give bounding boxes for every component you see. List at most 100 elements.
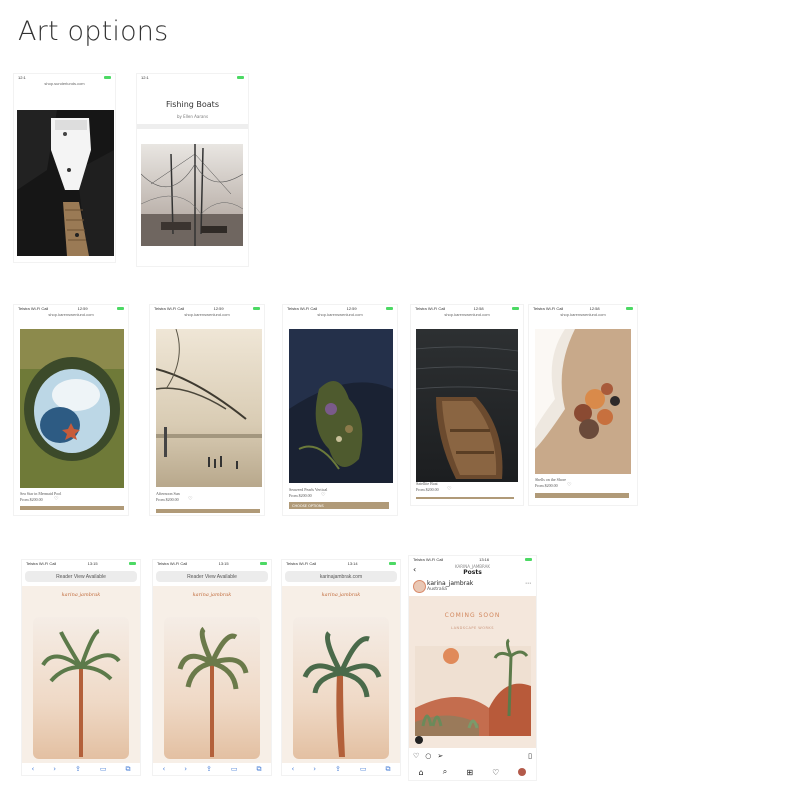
choose-options-button[interactable] [20,506,124,510]
carrier: Telstra Wi-Fi Call [26,561,57,566]
art-option-shells-on-shore[interactable]: Telstra Wi-Fi Call 12:58 shop.karenswenl… [529,305,637,505]
carrier: Telstra Wi-Fi Call [18,306,49,311]
more-icon[interactable]: ⋯ [525,580,531,587]
search-icon[interactable]: ⌕ [443,767,447,777]
time: 12:59 [346,306,357,311]
share-icon[interactable]: ⇪ [335,765,341,773]
status-bar: Telstra Wi-Fi Call 13:16 [409,556,536,563]
tabs-icon[interactable]: ⧉ [385,765,390,774]
forward-icon[interactable]: › [313,765,316,773]
post-username[interactable]: karina_jambrak [427,580,473,587]
post-location: Australia [427,587,447,592]
save-icon[interactable]: ▯ [528,752,532,760]
post-image: COMING SOON LANDSCAPE WORKS [409,596,536,748]
time: 12:58 [473,306,484,311]
artwork-image [416,329,518,482]
choose-options-button[interactable] [416,497,514,499]
send-icon[interactable]: ➢ [437,752,443,760]
product-price: From $200.00 [156,497,179,502]
address-bar[interactable]: karinajambrak.com [285,571,397,582]
artwork-image [141,144,243,246]
artwork-image [156,329,262,487]
reader-view-bar[interactable]: Reader View Available [25,571,137,582]
choose-options-button[interactable] [535,493,629,498]
forward-icon[interactable]: › [184,765,187,773]
status-bar: Telstra Wi-Fi Call 12:58 [529,305,637,312]
avatar[interactable] [413,580,426,593]
heart-icon[interactable]: ♡ [321,492,325,498]
status-bar: Telstra Wi-Fi Call 13:15 [153,560,271,567]
page-title: Art options [18,16,169,47]
carrier: Telstra Wi-Fi Call [533,306,564,311]
battery-icon [253,307,260,310]
art-option-palm-3[interactable]: Telstra Wi-Fi Call 13:14 karinajambrak.c… [282,560,400,775]
art-option-seaweed-pearls[interactable]: Telstra Wi-Fi Call 12:59 shop.karenswenl… [283,305,397,515]
heart-icon[interactable]: ♡ [447,486,451,492]
art-option-sea-star[interactable]: Telstra Wi-Fi Call 12:59 shop.karenswenl… [14,305,128,515]
art-option-palm-1[interactable]: Telstra Wi-Fi Call 13:15 Reader View Ava… [22,560,140,775]
time: 13:15 [218,561,229,566]
brand-logo: karina jambrak [192,592,232,598]
address-text: karinajambrak.com [319,573,363,580]
art-option-satellite-boat[interactable]: Telstra Wi-Fi Call 12:58 shop.karenswenl… [411,305,523,505]
artwork-image [17,110,114,256]
activity-icon[interactable]: ♡ [492,768,499,777]
battery-icon [512,307,519,310]
art-option-afternoon-sun[interactable]: Telstra Wi-Fi Call 12:59 shop.karenswenl… [150,305,264,515]
bottom-nav: ⌂ ⌕ ⊞ ♡ [409,766,536,778]
product-byline: by Ellen Aarans [176,114,209,119]
battery-icon [260,562,267,565]
heart-icon[interactable]: ♡ [567,482,571,488]
battery-icon [389,562,396,565]
reader-view-label: Reader View Available [56,573,106,580]
bookmarks-icon[interactable]: ▭ [100,765,107,773]
bookmarks-icon[interactable]: ▭ [360,765,367,773]
back-icon[interactable]: ‹ [162,765,165,773]
art-option-fishing-boats[interactable]: 12:1 Fishing Boats by Ellen Aarans [137,74,248,266]
battery-icon [117,307,124,310]
forward-icon[interactable]: › [53,765,56,773]
status-bar: Telstra Wi-Fi Call 12:59 [283,305,397,312]
product-price: From $200.00 [20,497,43,502]
product-caption: Shells on the Shore [535,477,566,482]
profile-icon[interactable] [518,768,527,776]
status-bar: Telstra Wi-Fi Call 13:15 [22,560,140,567]
reader-view-bar[interactable]: Reader View Available [156,571,268,582]
heart-icon[interactable]: ♡ [188,496,192,502]
url-text: shop.sunderlunds.com [44,81,85,86]
home-icon[interactable]: ⌂ [419,768,424,777]
heart-icon[interactable]: ♡ [54,496,58,502]
art-option-instagram-coming-soon[interactable]: Telstra Wi-Fi Call 13:16 ‹ KARINA_JAMBRA… [409,556,536,780]
carrier: Telstra Wi-Fi Call [157,561,188,566]
product-price: From $200.00 [416,487,439,492]
like-icon[interactable]: ♡ [413,752,419,760]
browser-toolbar: ‹ › ⇪ ▭ ⧉ [282,763,400,775]
time: 12:1 [18,75,26,80]
choose-options-button[interactable] [156,509,260,513]
url-text: shop.karenswenlund.com [560,312,606,317]
artwork-image [164,617,260,759]
product-caption: Afternoon Sun [156,491,180,496]
new-post-icon[interactable]: ⊞ [466,768,473,777]
carrier: Telstra Wi-Fi Call [415,306,446,311]
art-option-palm-2[interactable]: Telstra Wi-Fi Call 13:15 Reader View Ava… [153,560,271,775]
status-bar: Telstra Wi-Fi Call 12:59 [150,305,264,312]
time: 12:59 [213,306,224,311]
tabs-icon[interactable]: ⧉ [125,765,130,774]
product-price: From $200.00 [289,493,312,498]
share-icon[interactable]: ⇪ [206,765,212,773]
tabs-icon[interactable]: ⧉ [256,765,261,774]
art-option-boat-aerial[interactable]: 12:1 shop.sunderlunds.com [14,74,115,262]
battery-icon [525,558,532,561]
bookmarks-icon[interactable]: ▭ [231,765,238,773]
comment-icon[interactable]: ○ [425,752,431,760]
status-bar: 12:1 [137,74,248,81]
back-icon[interactable]: ‹ [31,765,34,773]
share-icon[interactable]: ⇪ [75,765,81,773]
browser-toolbar: ‹ › ⇪ ▭ ⧉ [153,763,271,775]
back-icon[interactable]: ‹ [291,765,294,773]
header-title: Posts [463,569,482,576]
choose-options-button[interactable]: CHOOSE OPTIONS [289,502,389,509]
user-tag-icon[interactable] [415,736,423,744]
reader-view-label: Reader View Available [187,573,237,580]
